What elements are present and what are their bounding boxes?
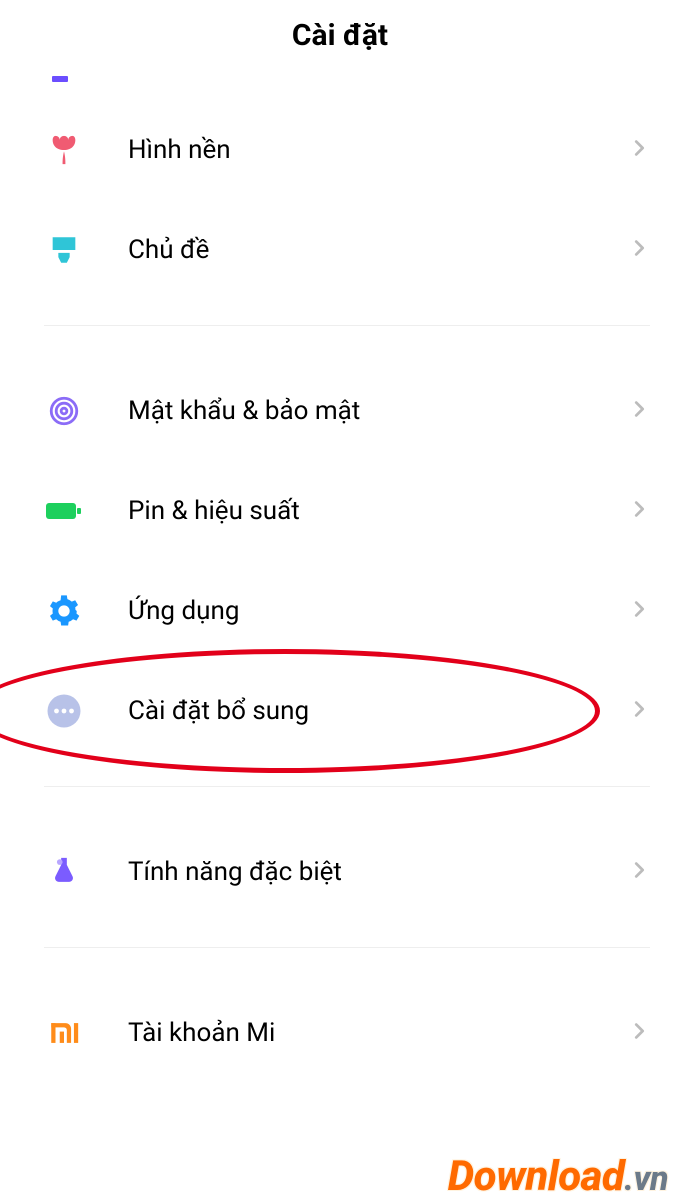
page-title: Cài đặt <box>0 18 680 53</box>
row-label: Ứng dụng <box>128 596 628 626</box>
battery-icon <box>44 491 84 531</box>
header: Cài đặt <box>0 0 680 65</box>
chevron-right-icon <box>628 237 650 263</box>
tab-indicator <box>52 76 68 82</box>
row-wallpaper[interactable]: Hình nền <box>0 100 680 200</box>
gear-icon <box>44 591 84 631</box>
row-special-features[interactable]: Tính năng đặc biệt <box>0 822 680 922</box>
row-mi-account[interactable]: Tài khoản Mi <box>0 983 680 1083</box>
row-label: Hình nền <box>128 135 628 165</box>
chevron-right-icon <box>628 137 650 163</box>
watermark-ext: .vn <box>624 1159 668 1199</box>
divider <box>44 325 650 326</box>
row-additional-settings[interactable]: Cài đặt bổ sung <box>0 661 680 761</box>
divider <box>44 947 650 948</box>
divider <box>44 786 650 787</box>
chevron-right-icon <box>628 498 650 524</box>
chevron-right-icon <box>628 1020 650 1046</box>
fingerprint-icon <box>44 391 84 431</box>
chevron-right-icon <box>628 598 650 624</box>
row-label: Chủ đề <box>128 235 628 265</box>
row-label: Pin & hiệu suất <box>128 496 628 526</box>
row-battery-performance[interactable]: Pin & hiệu suất <box>0 461 680 561</box>
row-label: Mật khẩu & bảo mật <box>128 396 628 426</box>
chevron-right-icon <box>628 698 650 724</box>
row-label: Tính năng đặc biệt <box>128 857 628 887</box>
chevron-right-icon <box>628 398 650 424</box>
row-apps[interactable]: Ứng dụng <box>0 561 680 661</box>
flask-icon <box>44 852 84 892</box>
row-label: Cài đặt bổ sung <box>128 696 628 726</box>
watermark: Download.vn <box>448 1152 668 1201</box>
chevron-right-icon <box>628 859 650 885</box>
row-themes[interactable]: Chủ đề <box>0 200 680 300</box>
row-password-security[interactable]: Mật khẩu & bảo mật <box>0 361 680 461</box>
row-label: Tài khoản Mi <box>128 1018 628 1048</box>
settings-list: Hình nền Chủ đề Mật khẩu & bảo mật Pin &… <box>0 65 680 1083</box>
mi-logo-icon <box>44 1013 84 1053</box>
brush-icon <box>44 230 84 270</box>
tulip-icon <box>44 130 84 170</box>
watermark-main: Download <box>448 1152 625 1201</box>
more-icon <box>44 691 84 731</box>
